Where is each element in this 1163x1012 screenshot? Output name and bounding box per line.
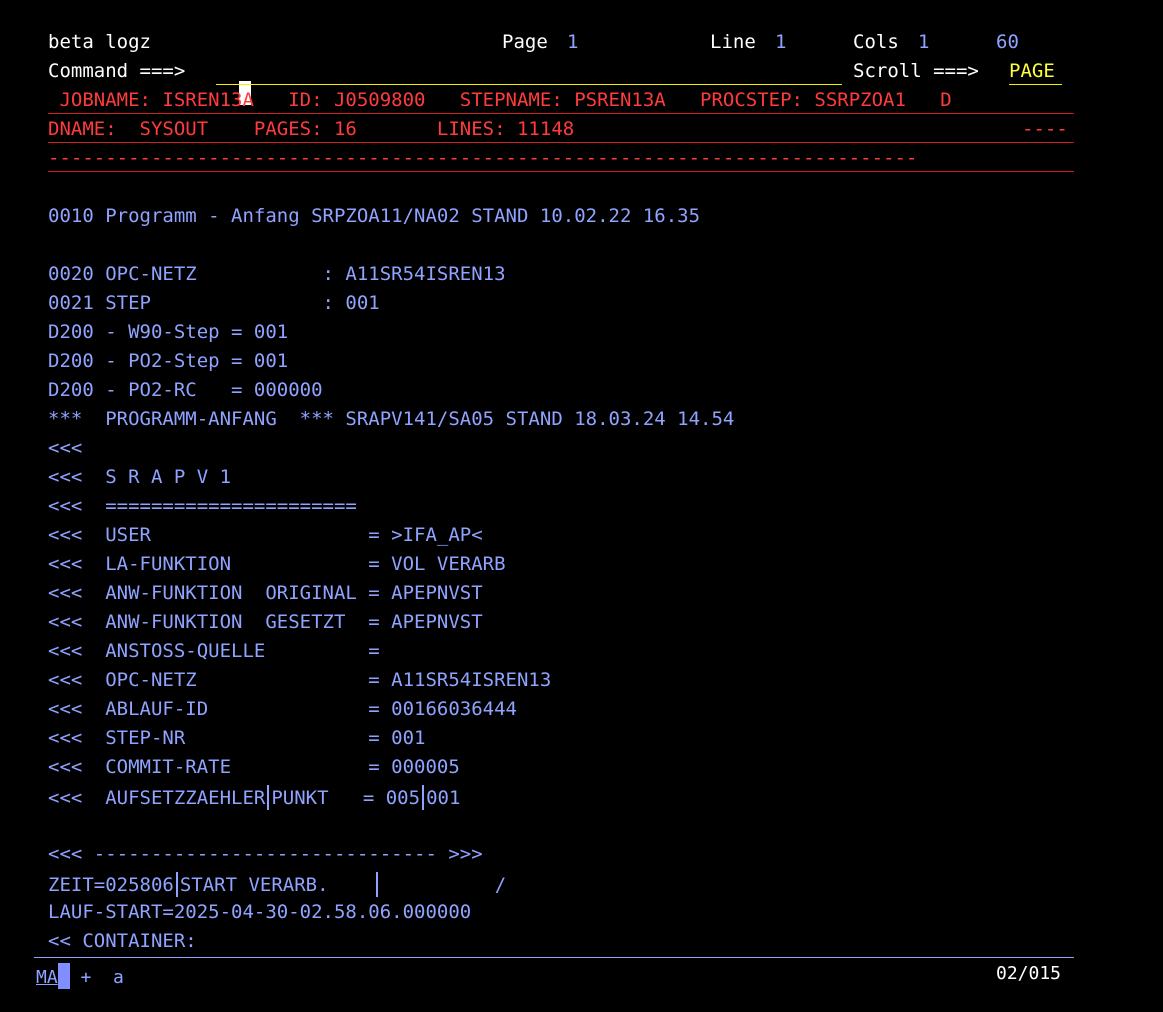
- log-line: 0021 STEP : 001: [48, 292, 380, 314]
- divider: [48, 171, 1074, 172]
- log-line: <<< STEP-NR = 001: [48, 727, 426, 749]
- log-line: <<< USER = >IFA_AP<: [48, 524, 483, 546]
- log-line: 0020 OPC-NETZ : A11SR54ISREN13: [48, 263, 506, 285]
- log-line: <<< ANW-FUNKTION ORIGINAL = APEPNVST: [48, 582, 483, 604]
- dataset-info-dashes: ----: [1022, 118, 1068, 140]
- log-line: <<< ANSTOSS-QUELLE =: [48, 640, 380, 662]
- log-line: D200 - W90-Step = 001: [48, 321, 289, 343]
- scroll-amount-input[interactable]: PAGE: [1009, 60, 1055, 82]
- log-line: <<<: [48, 437, 83, 459]
- log-line: <<< ------------------------------ >>>: [48, 843, 483, 865]
- log-line: ZEIT=025806 START VERARB. /: [48, 872, 507, 897]
- scroll-label: Scroll ===>: [853, 60, 979, 82]
- log-line: <<< ANW-FUNKTION GESETZT = APEPNVST: [48, 611, 483, 633]
- log-line: D200 - PO2-RC = 000000: [48, 379, 323, 401]
- log-line: 0010 Programm - Anfang SRPZOA11/NA02 STA…: [48, 205, 701, 227]
- divider: [48, 142, 1074, 143]
- divider: [48, 113, 1074, 114]
- cols-label: Cols: [853, 31, 899, 53]
- command-label: Command ===>: [48, 60, 186, 82]
- log-line: <<< ABLAUF-ID = 00166036444: [48, 698, 517, 720]
- cursor-indicator: [57, 963, 70, 989]
- command-input[interactable]: [216, 59, 842, 105]
- log-line: <<< COMMIT-RATE = 000005: [48, 756, 460, 778]
- cols-from-value: 1: [918, 31, 930, 53]
- cols-to-value: 60: [996, 31, 1019, 53]
- dashed-separator: ----------------------------------------…: [48, 147, 918, 169]
- log-line: <<< AUFSETZZAEHLER PUNKT = 005 001: [48, 785, 461, 810]
- cursor-position: 02/015: [996, 963, 1062, 984]
- status-bar-mode: MA + a: [36, 963, 124, 989]
- page-label: Page: [502, 31, 548, 53]
- log-line: *** PROGRAMM-ANFANG *** SRAPV141/SA05 ST…: [48, 408, 735, 430]
- log-line: <<< S R A P V 1: [48, 466, 232, 488]
- screen-title: beta logz: [48, 31, 151, 53]
- status-bar-divider: [34, 957, 1074, 958]
- page-value: 1: [567, 31, 579, 53]
- scroll-input-underline: [1009, 84, 1062, 85]
- job-info-line: JOBNAME: ISREN13A ID: J0509800 STEPNAME:…: [48, 89, 952, 111]
- log-line: LAUF-START=2025-04-30-02.58.06.000000: [48, 901, 472, 923]
- log-line: << CONTAINER:: [48, 930, 197, 952]
- command-input-underline: [216, 84, 842, 85]
- log-line: <<< OPC-NETZ = A11SR54ISREN13: [48, 669, 552, 691]
- line-label: Line: [710, 31, 756, 53]
- log-line: D200 - PO2-Step = 001: [48, 350, 289, 372]
- dataset-info-line: DNAME: SYSOUT PAGES: 16 LINES: 11148: [48, 118, 575, 140]
- log-line: <<< LA-FUNKTION = VOL VERARB: [48, 553, 506, 575]
- line-value: 1: [775, 31, 787, 53]
- log-line: <<< ======================: [48, 495, 357, 517]
